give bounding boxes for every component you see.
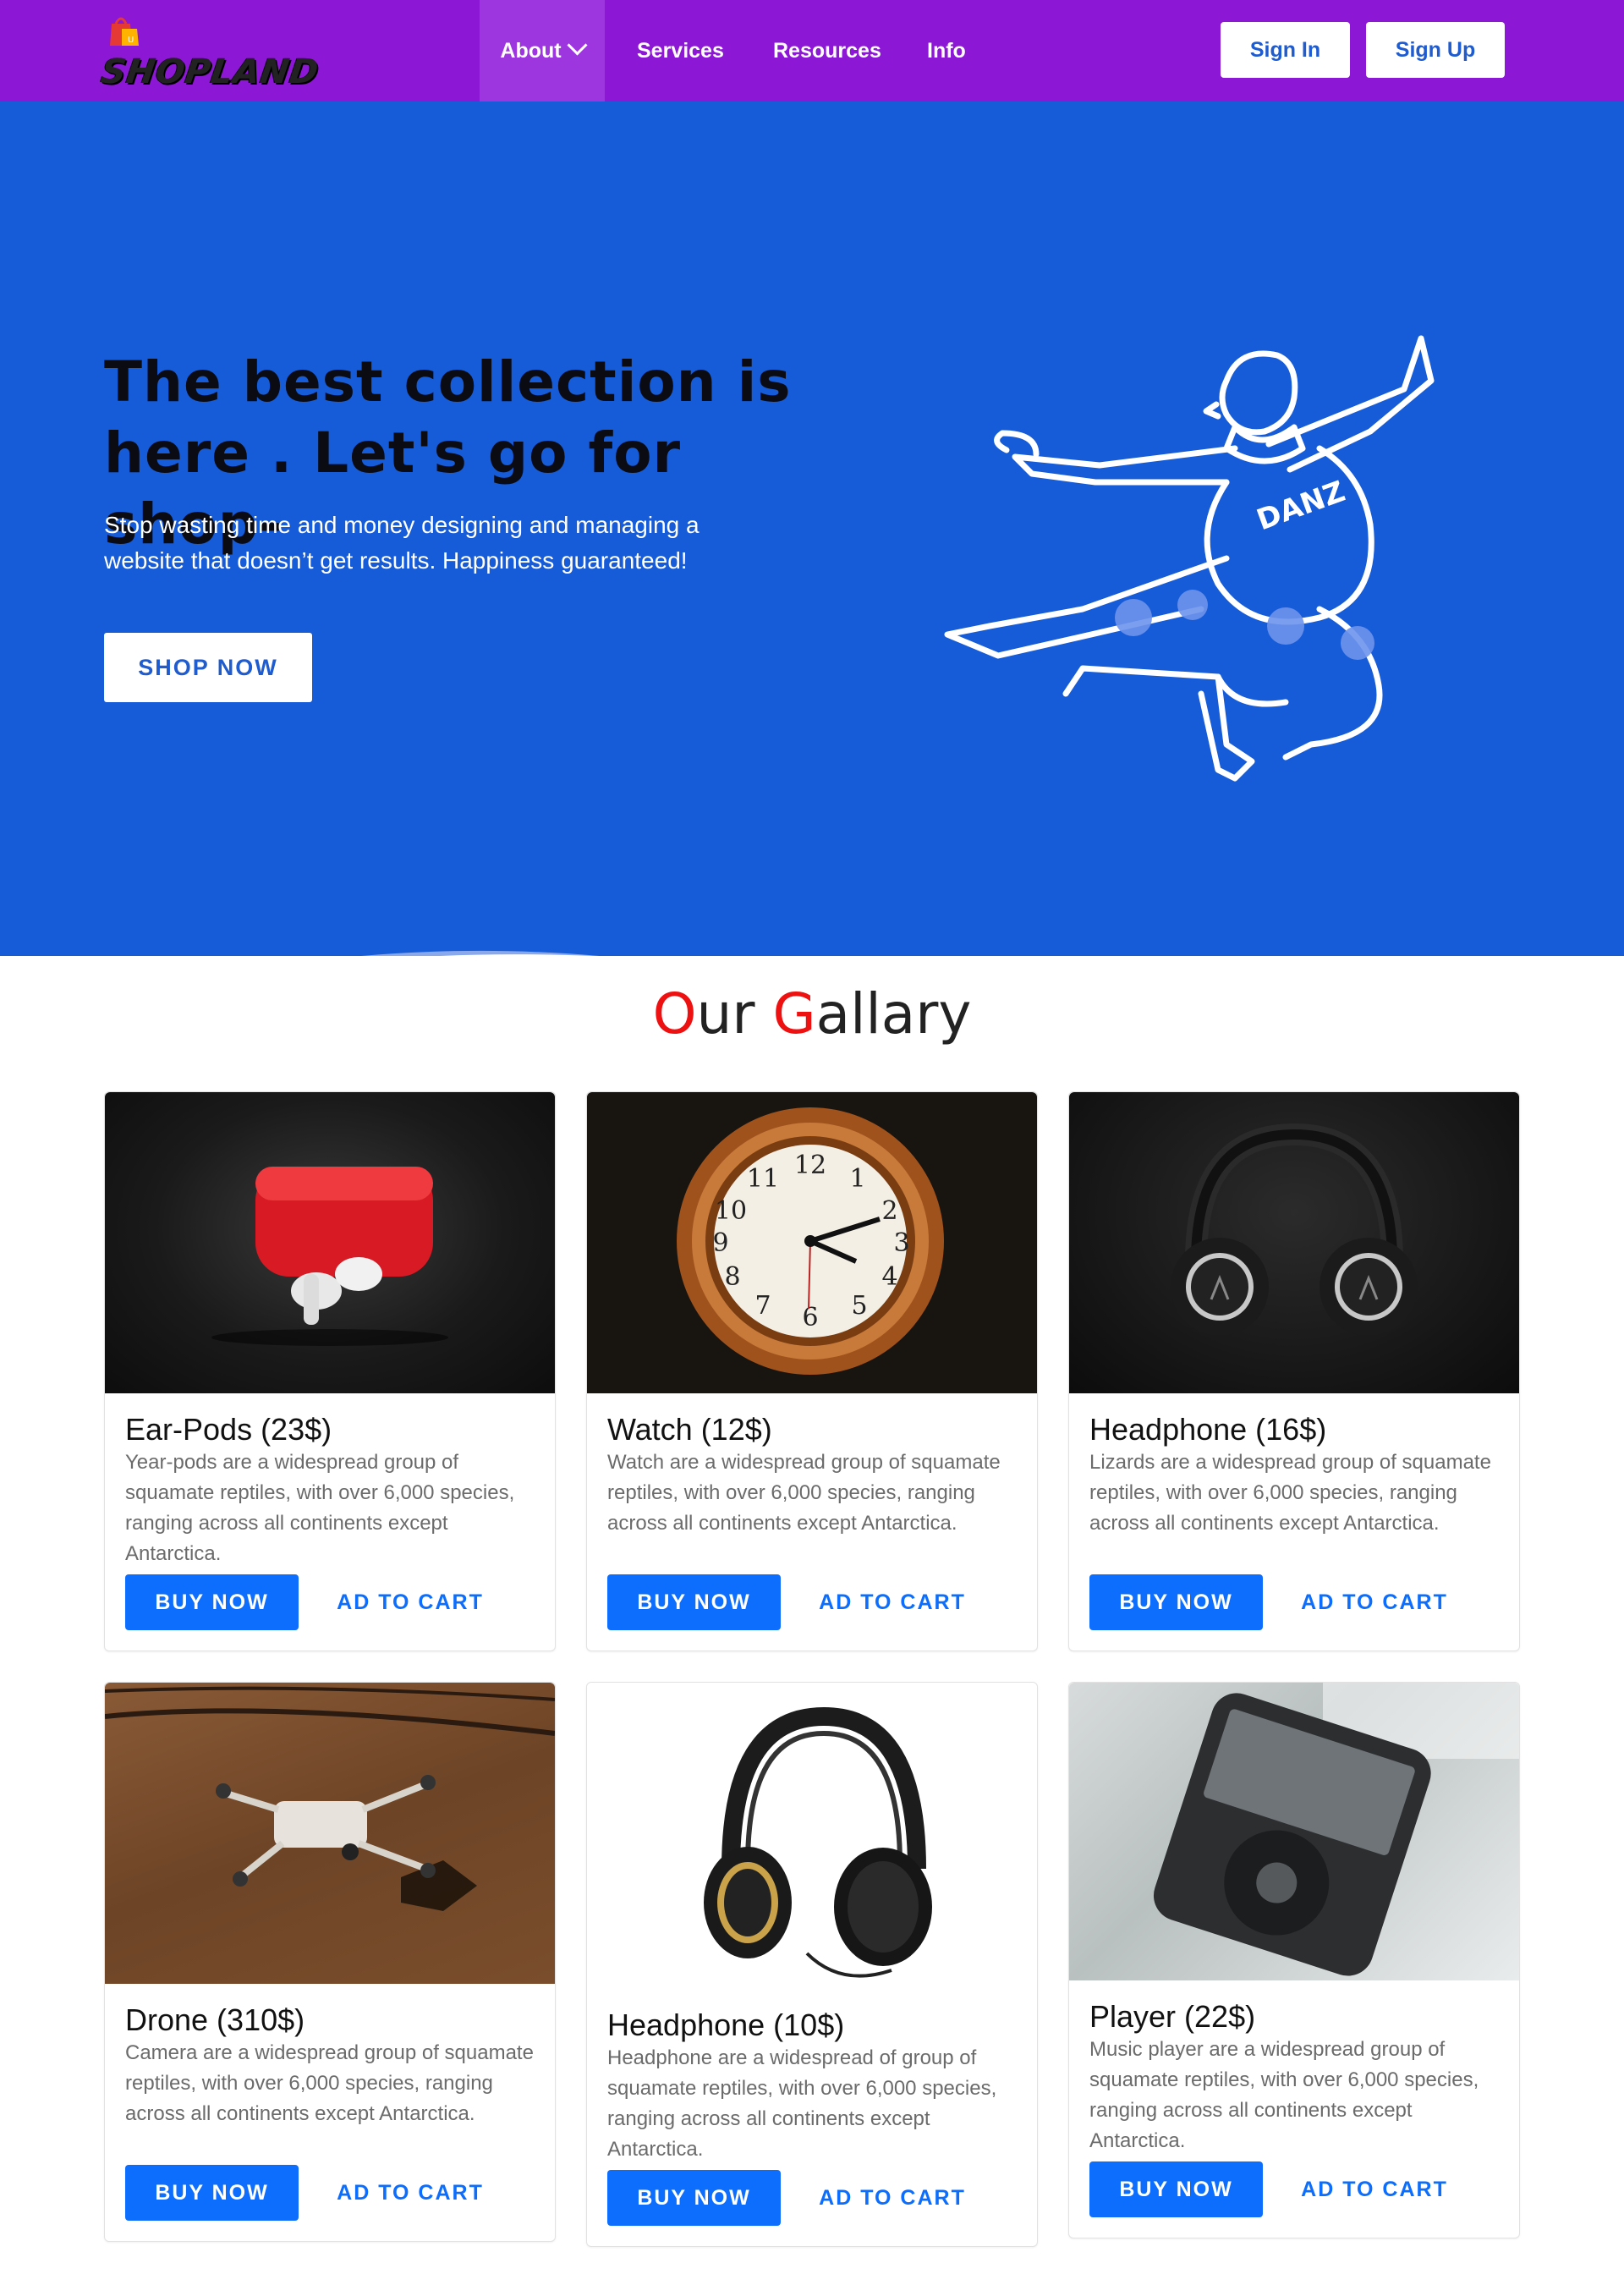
product-card-headphone-16: Headphone (16$) Lizards are a widespread… xyxy=(1068,1091,1520,1651)
buy-now-button[interactable]: BUY NOW xyxy=(607,2170,781,2226)
music-player-image xyxy=(1069,1683,1519,1980)
svg-text:7: 7 xyxy=(754,1291,771,1321)
product-card-headphone-10: Headphone (10$) Headphone are a widespre… xyxy=(586,1682,1038,2247)
add-to-cart-button[interactable]: AD TO CART xyxy=(313,2165,508,2221)
product-card-watch: 12 1 2 3 45 6 78 9 10 11 Watch (12$) Watch are… xyxy=(586,1091,1038,1651)
svg-text:9: 9 xyxy=(712,1228,728,1258)
svg-text:1: 1 xyxy=(849,1164,865,1194)
product-title: Headphone (10$) xyxy=(607,2008,845,2042)
shop-now-button[interactable]: SHOP NOW xyxy=(104,633,312,702)
nav-info[interactable]: Info xyxy=(927,0,966,102)
product-description: Headphone are a widespread of group of s… xyxy=(607,2046,997,2161)
gallery-title-ur: ur xyxy=(696,981,773,1046)
dancer-shirt-text: DANZ xyxy=(1253,475,1350,537)
add-to-cart-button[interactable]: AD TO CART xyxy=(1277,2161,1472,2217)
gallery-title: Our Gallary xyxy=(0,981,1624,1046)
svg-text:5: 5 xyxy=(851,1291,867,1321)
buy-now-button[interactable]: BUY NOW xyxy=(607,1574,781,1630)
hero-title-line-1: The best collection is xyxy=(104,349,792,415)
product-title: Player (22$) xyxy=(1089,1999,1256,2034)
shopping-bag-icon: U xyxy=(110,17,139,46)
product-title: Headphone (16$) xyxy=(1089,1412,1327,1447)
product-title: Drone (310$) xyxy=(125,2002,305,2037)
buy-now-button[interactable]: BUY NOW xyxy=(125,2165,299,2221)
buy-now-button[interactable]: BUY NOW xyxy=(1089,2161,1263,2217)
drone-image xyxy=(105,1683,555,1984)
gallery-title-g: G xyxy=(772,981,816,1046)
gallery-title-o: O xyxy=(652,981,697,1046)
svg-text:12: 12 xyxy=(794,1151,826,1180)
hero-subtitle: Stop wasting time and money designing an… xyxy=(104,512,700,574)
product-title: Ear-Pods (23$) xyxy=(125,1412,332,1447)
svg-text:3: 3 xyxy=(893,1228,909,1258)
buy-now-button[interactable]: BUY NOW xyxy=(1089,1574,1263,1630)
nav-about-label: About xyxy=(500,39,562,63)
chevron-down-icon xyxy=(567,35,588,56)
gallery-title-allary: allary xyxy=(815,981,972,1046)
hero-section: The best collection is here . Let's go f… xyxy=(0,102,1624,956)
svg-text:8: 8 xyxy=(724,1262,740,1292)
brand-name: SHOPLAND xyxy=(98,52,321,91)
product-card-earpods: Ear-Pods (23$) Year-pods are a widesprea… xyxy=(104,1091,556,1651)
svg-text:U: U xyxy=(128,36,134,45)
shopland-logo[interactable]: U SHOPLAND xyxy=(99,8,321,93)
watch-image: 12 1 2 3 45 6 78 9 10 11 xyxy=(587,1092,1037,1393)
svg-text:10: 10 xyxy=(715,1196,747,1226)
add-to-cart-button[interactable]: AD TO CART xyxy=(795,1574,990,1630)
dancer-illustration: DANZ xyxy=(944,335,1435,782)
add-to-cart-button[interactable]: AD TO CART xyxy=(1277,1574,1472,1630)
product-description: Watch are a widespread group of squamate… xyxy=(607,1451,1001,1535)
product-description: Lizards are a widespread group of squama… xyxy=(1089,1451,1491,1535)
nav-resources[interactable]: Resources xyxy=(773,0,881,102)
add-to-cart-button[interactable]: AD TO CART xyxy=(795,2170,990,2226)
svg-text:6: 6 xyxy=(802,1303,818,1332)
product-description: Music player are a widespread group of s… xyxy=(1089,2038,1479,2152)
top-navbar: U SHOPLAND About Services Resources Info… xyxy=(0,0,1624,103)
svg-text:11: 11 xyxy=(747,1164,779,1194)
nav-services[interactable]: Services xyxy=(637,0,724,102)
product-description: Camera are a widespread group of squamat… xyxy=(125,2041,534,2125)
headphone-image xyxy=(1069,1092,1519,1393)
hero-wave-divider xyxy=(361,950,600,956)
sign-in-button[interactable]: Sign In xyxy=(1221,22,1350,78)
nav-about[interactable]: About xyxy=(480,0,605,102)
sign-up-button[interactable]: Sign Up xyxy=(1366,22,1505,78)
product-card-drone: Drone (310$) Camera are a widespread gro… xyxy=(104,1682,556,2242)
product-card-player: Player (22$) Music player are a widespre… xyxy=(1068,1682,1520,2238)
product-title: Watch (12$) xyxy=(607,1412,772,1447)
studio-headphone-image xyxy=(587,1683,1037,1989)
svg-text:4: 4 xyxy=(881,1262,897,1292)
earpods-image xyxy=(105,1092,555,1393)
buy-now-button[interactable]: BUY NOW xyxy=(125,1574,299,1630)
add-to-cart-button[interactable]: AD TO CART xyxy=(313,1574,508,1630)
svg-text:2: 2 xyxy=(881,1196,897,1226)
product-description: Year-pods are a widespread group of squa… xyxy=(125,1451,515,1565)
